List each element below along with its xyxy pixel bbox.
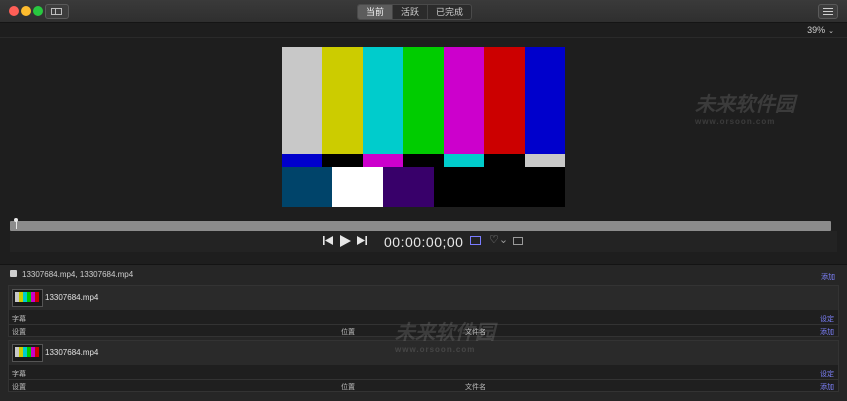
set-link[interactable]: 设定 xyxy=(820,314,834,324)
batch-header: 13307684.mp4, 13307684.mp4 添加 xyxy=(0,267,847,283)
playhead-handle[interactable] xyxy=(14,218,18,229)
color-bar xyxy=(524,47,565,154)
job-header: 13307684.mp4 xyxy=(9,286,838,310)
color-bar xyxy=(484,47,526,154)
sliders-icon xyxy=(823,8,833,9)
play-icon[interactable] xyxy=(340,235,351,247)
row-label: 设置 xyxy=(12,329,26,336)
batch-add-link[interactable]: 添加 xyxy=(821,272,835,282)
row-label: 字幕 xyxy=(12,371,26,378)
title-bar: 当前 活跃 已完成 xyxy=(0,0,847,23)
sidebar-toggle-button[interactable] xyxy=(45,4,69,19)
color-bar xyxy=(362,47,404,154)
watermark-brand: 未来软件园 xyxy=(695,94,795,116)
location-column: 位置 xyxy=(341,329,355,336)
color-bar xyxy=(434,167,478,207)
caption-toggle-icon[interactable] xyxy=(513,237,523,245)
color-bar xyxy=(443,47,485,154)
color-bar xyxy=(478,167,522,207)
zoom-value: 39% xyxy=(807,25,826,35)
color-bar xyxy=(524,154,565,167)
view-segmented-control: 当前 活跃 已完成 xyxy=(357,4,473,20)
color-bar xyxy=(282,167,332,207)
watermark-brand: 未来软件园 xyxy=(395,322,495,344)
row-label: 字幕 xyxy=(12,316,26,323)
location-column: 位置 xyxy=(341,384,355,391)
color-bar xyxy=(322,154,364,167)
add-link[interactable]: 添加 xyxy=(820,382,834,392)
video-preview-color-bars xyxy=(282,47,565,207)
skip-back-icon[interactable] xyxy=(323,236,333,245)
color-bar xyxy=(403,154,445,167)
color-bar xyxy=(484,154,526,167)
add-link[interactable]: 添加 xyxy=(820,327,834,337)
color-bar xyxy=(362,154,404,167)
batch-icon xyxy=(10,270,17,277)
color-bar xyxy=(443,154,485,167)
job-title: 13307684.mp4 xyxy=(45,293,99,302)
batch-label: 13307684.mp4, 13307684.mp4 xyxy=(22,270,134,279)
row-label: 设置 xyxy=(12,384,26,391)
minimize-window-button[interactable] xyxy=(21,6,31,16)
tab-current[interactable]: 当前 xyxy=(358,5,394,19)
watermark-url: www.orsoon.com xyxy=(695,117,776,126)
video-thumbnail xyxy=(12,289,43,307)
color-bar xyxy=(282,47,323,154)
split-view-toggle[interactable] xyxy=(470,236,481,245)
zoom-window-button[interactable] xyxy=(33,6,43,16)
job-title: 13307684.mp4 xyxy=(45,348,99,357)
filename-column: 文件名 xyxy=(465,384,486,391)
watermark: 未来软件园 www.orsoon.com xyxy=(695,88,795,126)
color-bar xyxy=(322,47,364,154)
settings-sliders-button[interactable] xyxy=(818,4,838,19)
color-bar xyxy=(332,167,383,207)
tab-completed[interactable]: 已完成 xyxy=(428,5,471,19)
watermark: 未来软件园 www.orsoon.com xyxy=(395,316,495,354)
color-bar xyxy=(383,167,434,207)
video-thumbnail xyxy=(12,344,43,362)
job-row-settings: 设置 位置 文件名 添加 xyxy=(9,380,838,392)
watermark-url: www.orsoon.com xyxy=(395,345,476,354)
job-row-subtitles: 字幕 设定 xyxy=(9,367,838,379)
color-bar xyxy=(403,47,445,154)
viewer-divider xyxy=(0,37,847,38)
chevron-down-icon: ⌄ xyxy=(828,28,834,35)
color-bar xyxy=(522,167,565,207)
marker-heart-icon[interactable]: ♡⌄ xyxy=(489,233,508,246)
tab-active[interactable]: 活跃 xyxy=(393,5,429,19)
zoom-popup[interactable]: 39% ⌄ xyxy=(807,25,834,35)
timeline-scrubber[interactable] xyxy=(10,221,831,231)
set-link[interactable]: 设定 xyxy=(820,369,834,379)
sidebar-icon xyxy=(51,8,62,15)
timecode-display: 00:00:00;00 xyxy=(384,234,464,250)
color-bar xyxy=(282,154,323,167)
skip-forward-icon[interactable] xyxy=(357,236,367,245)
close-window-button[interactable] xyxy=(9,6,19,16)
